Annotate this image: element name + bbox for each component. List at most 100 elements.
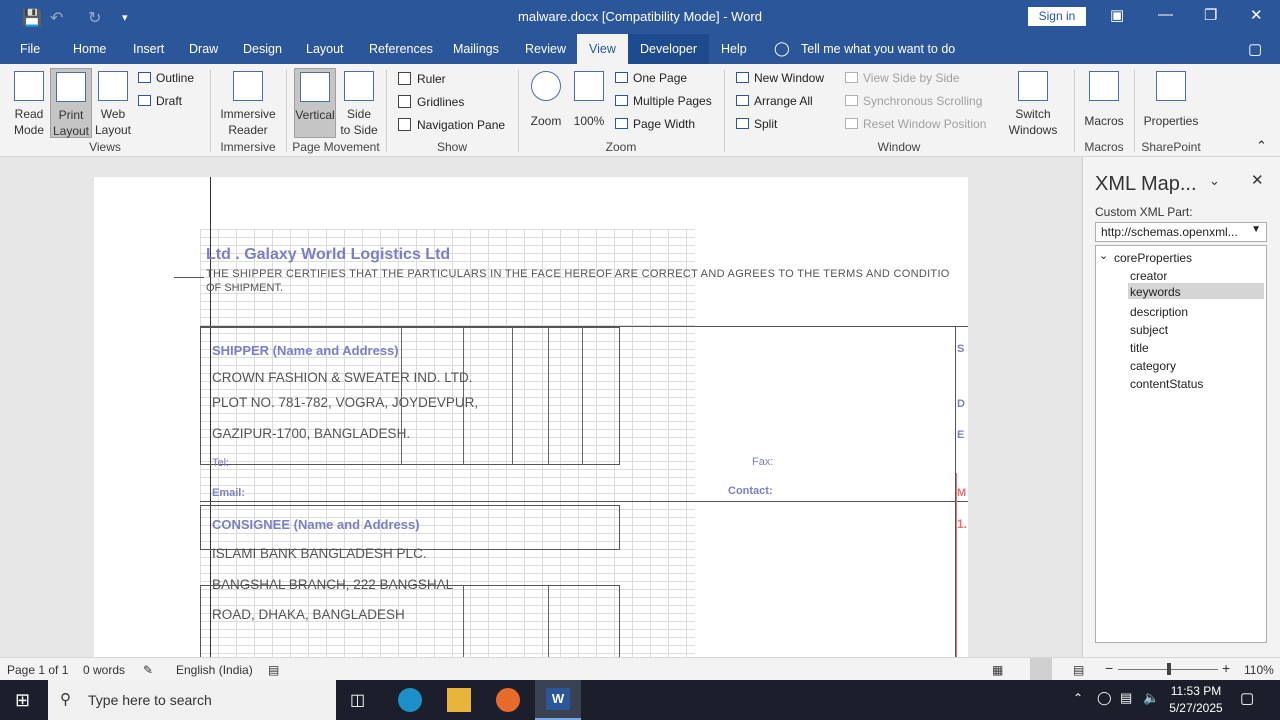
file-explorer-icon[interactable] [447,688,471,712]
side-to-side-icon [344,71,374,101]
restore-button[interactable]: ❐ [1204,6,1217,24]
right-column-m: M [957,487,967,499]
page-width-button[interactable]: Page Width [615,117,695,131]
comments-icon[interactable]: ▢ [1248,40,1262,58]
zoom-slider-thumb[interactable] [1167,663,1172,675]
vertical-button[interactable]: Vertical [294,68,336,138]
tree-node-description[interactable]: description [1130,305,1188,319]
document-page[interactable]: Ltd . Galaxy World Logistics Ltd THE SHI… [94,177,968,657]
close-button[interactable]: ✕ [1250,6,1263,24]
sign-in-button[interactable]: Sign in [1028,7,1086,26]
accessibility-icon[interactable]: ▤ [268,663,279,677]
company-name: Ltd . Galaxy World Logistics Ltd [206,246,451,263]
print-layout-status-icon[interactable] [1030,658,1052,680]
tel-label: Tel: [212,457,230,469]
zoom-100-button[interactable]: 100% [570,68,608,136]
pane-options-icon[interactable]: ⌄ [1209,173,1220,189]
ribbon-tabs: File Home Insert Draw Design Layout Refe… [0,34,1280,64]
split-button[interactable]: Split [736,117,777,131]
properties-icon [1156,71,1186,101]
navigation-pane-checkbox[interactable]: Navigation Pane [398,118,505,132]
xml-tree[interactable]: ⌄ coreProperties creator keywords descri… [1095,245,1267,643]
collapse-ribbon-icon[interactable]: ⌃ [1256,138,1267,154]
view-side-by-side-button[interactable]: View Side by Side [845,71,960,85]
tab-file[interactable]: File [20,42,40,56]
tree-node-contentstatus[interactable]: contentStatus [1130,377,1203,391]
tree-node-keywords[interactable]: keywords [1128,283,1264,299]
new-window-button[interactable]: New Window [736,71,824,85]
consignee-line-3: ROAD, DHAKA, BANGLADESH [212,607,405,622]
tab-draw[interactable]: Draw [189,42,218,56]
properties-button[interactable]: Properties [1140,68,1202,136]
zoom-out-icon[interactable]: − [1105,660,1113,676]
ribbon-display-icon[interactable]: ▣ [1110,6,1124,24]
read-mode-button[interactable]: Read Mode [8,68,50,138]
minimize-button[interactable]: — [1158,6,1173,23]
read-mode-status-icon[interactable]: ▦ [992,663,1003,677]
switch-windows-button[interactable]: Switch Windows [1000,68,1066,138]
taskbar-search[interactable]: ⚲ Type here to search [48,680,336,720]
one-page-button[interactable]: One Page [615,71,687,85]
page-width-icon [615,118,628,129]
tab-view[interactable]: View [577,34,628,64]
window-group-label: Window [877,140,921,154]
language[interactable]: English (India) [176,663,253,677]
tree-node-title[interactable]: title [1130,341,1149,355]
proofing-icon[interactable]: ✎ [143,663,153,677]
draft-button[interactable]: Draft [138,94,182,108]
tab-mailings[interactable]: Mailings [453,42,499,56]
edge-icon[interactable] [398,688,422,712]
web-layout-button[interactable]: Web Layout [92,68,134,138]
page-count[interactable]: Page 1 of 1 [7,663,68,677]
clock-time[interactable]: 11:53 PM [1170,684,1222,698]
tab-design[interactable]: Design [243,42,282,56]
tell-me-search[interactable]: Tell me what you want to do [801,42,955,56]
tree-node-creator[interactable]: creator [1130,269,1167,283]
tree-node-category[interactable]: category [1130,359,1176,373]
status-bar: Page 1 of 1 0 words ✎ English (India) ▤ … [0,657,1280,680]
security-icon[interactable]: ◯ [1097,690,1112,706]
macros-button[interactable]: Macros [1080,68,1128,136]
clock-date[interactable]: 5/27/2025 [1168,701,1224,715]
document-area[interactable]: Ltd . Galaxy World Logistics Ltd THE SHI… [0,157,1082,657]
network-icon[interactable]: ▤ [1120,690,1132,706]
volume-icon[interactable]: 🔈 [1143,690,1159,706]
tab-home[interactable]: Home [73,42,106,56]
outline-button[interactable]: Outline [138,71,194,85]
immersive-reader-button[interactable]: Immersive Reader [216,68,280,138]
reset-window-position-button[interactable]: Reset Window Position [845,117,986,131]
tree-expand-icon[interactable]: ⌄ [1099,249,1108,262]
web-layout-status-icon[interactable]: ▤ [1073,663,1084,677]
show-hidden-icons[interactable]: ⌃ [1073,691,1083,705]
tree-root[interactable]: coreProperties [1114,251,1192,265]
word-taskbar-button[interactable]: W [535,680,581,720]
tab-layout[interactable]: Layout [306,42,344,56]
tab-references[interactable]: References [369,42,433,56]
multiple-pages-button[interactable]: Multiple Pages [615,94,712,108]
ruler-checkbox[interactable]: Ruler [398,72,446,86]
zoom-100-icon [574,71,604,101]
zoom-level[interactable]: 110% [1244,663,1274,677]
zoom-button[interactable]: Zoom [526,68,566,136]
ribbon-view: Read Mode Print Layout Web Layout Outlin… [0,64,1280,157]
windows-start-icon[interactable]: ⊞ [15,690,30,711]
tab-insert[interactable]: Insert [133,42,164,56]
task-view-icon[interactable]: ◫ [350,690,365,710]
gridlines-checkbox[interactable]: Gridlines [398,95,464,109]
tab-help[interactable]: Help [721,42,747,56]
tree-node-subject[interactable]: subject [1130,323,1168,337]
print-layout-button[interactable]: Print Layout [50,68,92,138]
pane-close-icon[interactable]: ✕ [1251,171,1264,189]
notifications-icon[interactable]: ▢ [1240,689,1254,707]
firefox-icon[interactable] [496,688,520,712]
tab-developer[interactable]: Developer [628,34,709,64]
tab-review[interactable]: Review [525,42,566,56]
arrange-all-button[interactable]: Arrange All [736,94,813,108]
custom-xml-dropdown[interactable]: http://schemas.openxml... ▼ [1095,222,1267,242]
shipper-line-1: CROWN FASHION & SWEATER IND. LTD. [212,370,473,385]
word-count[interactable]: 0 words [83,663,125,677]
side-to-side-button[interactable]: Side to Side [338,68,380,138]
synchronous-scrolling-button[interactable]: Synchronous Scrolling [845,94,982,108]
word-icon: W [546,688,570,710]
zoom-in-icon[interactable]: + [1222,660,1230,676]
